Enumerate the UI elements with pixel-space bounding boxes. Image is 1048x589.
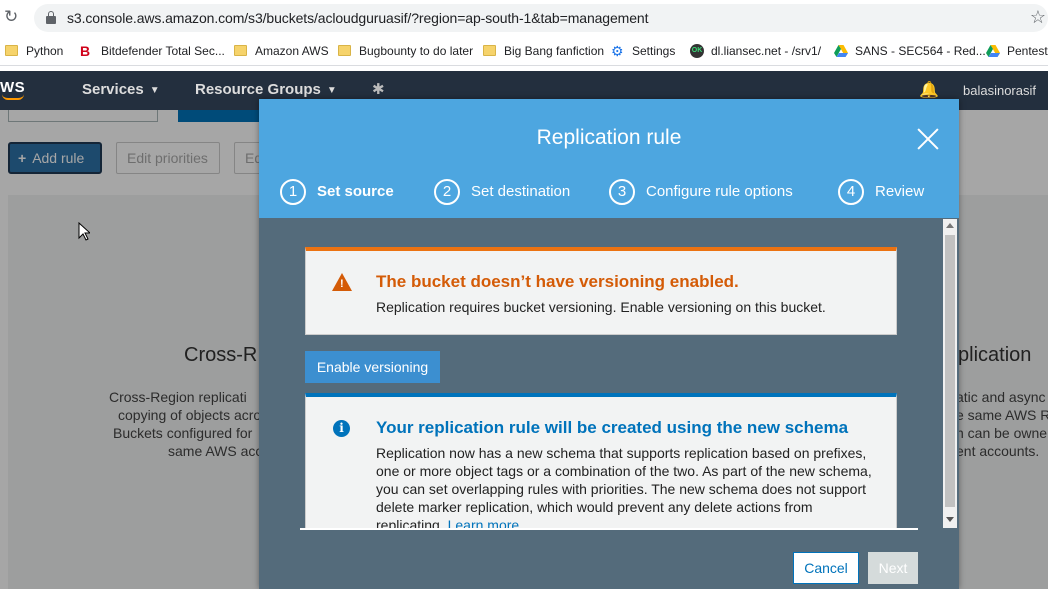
user-menu[interactable]: balasinorasif <box>963 83 1036 98</box>
warning-body: Replication requires bucket versioning. … <box>376 299 826 315</box>
scroll-down-icon[interactable] <box>946 517 954 522</box>
gear-icon: ⚙ <box>611 43 624 59</box>
lock-icon[interactable] <box>46 11 56 24</box>
bitdefender-icon: B <box>80 43 91 59</box>
bookmark-label: Python <box>26 44 64 58</box>
resource-groups-label: Resource Groups <box>195 81 321 98</box>
chevron-down-icon: ▼ <box>326 85 337 96</box>
step-label: Set source <box>317 183 394 200</box>
scroll-up-icon[interactable] <box>946 223 954 228</box>
schema-info: i Your replication rule will be created … <box>305 393 897 529</box>
warning-title: The bucket doesn’t have versioning enabl… <box>376 272 739 291</box>
mouse-cursor-icon <box>78 222 90 241</box>
aws-smile-icon <box>2 94 24 100</box>
cancel-button[interactable]: Cancel <box>793 552 859 584</box>
folder-icon <box>338 45 351 56</box>
drive-icon <box>986 45 1000 57</box>
bookmark-star-icon[interactable]: ☆ <box>1030 7 1046 28</box>
modal-header: Replication rule 1 Set source 2 Set dest… <box>259 99 959 218</box>
step-label: Set destination <box>471 183 571 200</box>
bookmark-label: SANS - SEC564 - Red... <box>855 44 986 58</box>
replication-rule-modal: Replication rule 1 Set source 2 Set dest… <box>259 99 959 589</box>
browser-toolbar: ↻ s3.console.aws.amazon.com/s3/buckets/a… <box>0 0 1048 36</box>
bell-icon[interactable]: 🔔 <box>919 80 939 100</box>
step-number: 1 <box>280 179 306 205</box>
scrollbar-thumb[interactable] <box>945 235 955 507</box>
info-title: Your replication rule will be created us… <box>376 418 849 437</box>
step-number: 4 <box>838 179 864 205</box>
address-bar[interactable]: s3.console.aws.amazon.com/s3/buckets/acl… <box>34 4 1048 32</box>
info-icon: i <box>333 420 350 437</box>
bookmark-label: Amazon AWS <box>255 44 329 58</box>
footer-divider <box>300 528 918 530</box>
services-menu[interactable]: Services ▼ <box>82 81 160 98</box>
folder-icon <box>234 45 247 56</box>
bookmark-label: Settings <box>632 44 676 58</box>
step-number: 3 <box>609 179 635 205</box>
modal-title: Replication rule <box>536 126 682 149</box>
chevron-down-icon: ▼ <box>149 85 160 96</box>
folder-icon <box>5 45 18 56</box>
enable-versioning-button[interactable]: Enable versioning <box>305 351 440 383</box>
next-button[interactable]: Next <box>868 552 918 584</box>
bookmark-label: Bugbounty to do later <box>359 44 474 58</box>
modal-scrollbar[interactable] <box>943 219 957 528</box>
bookmark-label: dl.liansec.net - /srv1/ <box>711 44 822 58</box>
bookmark-label: Bitdefender Total Sec... <box>101 44 225 58</box>
ok-site-icon: OK <box>690 44 704 58</box>
folder-icon <box>483 45 496 56</box>
services-label: Services <box>82 81 144 98</box>
reload-icon[interactable]: ↻ <box>4 8 22 26</box>
warning-icon: ! <box>332 273 352 291</box>
bookmark-label: Big Bang fanfiction <box>504 44 605 58</box>
close-icon[interactable] <box>915 127 941 153</box>
bookmark-label: Pentester <box>1007 44 1048 58</box>
info-body: Replication now has a new schema that su… <box>376 444 876 528</box>
pin-icon[interactable]: ✱ <box>372 80 385 98</box>
resource-groups-menu[interactable]: Resource Groups ▼ <box>195 81 337 98</box>
url-text[interactable]: s3.console.aws.amazon.com/s3/buckets/acl… <box>67 10 649 26</box>
bookmarks-bar: Python B Bitdefender Total Sec... Amazon… <box>0 36 1048 66</box>
step-label: Review <box>875 183 925 200</box>
drive-icon <box>834 45 848 57</box>
step-label: Configure rule options <box>646 183 793 200</box>
step-number: 2 <box>434 179 460 205</box>
versioning-warning: ! The bucket doesn’t have versioning ena… <box>305 247 897 335</box>
